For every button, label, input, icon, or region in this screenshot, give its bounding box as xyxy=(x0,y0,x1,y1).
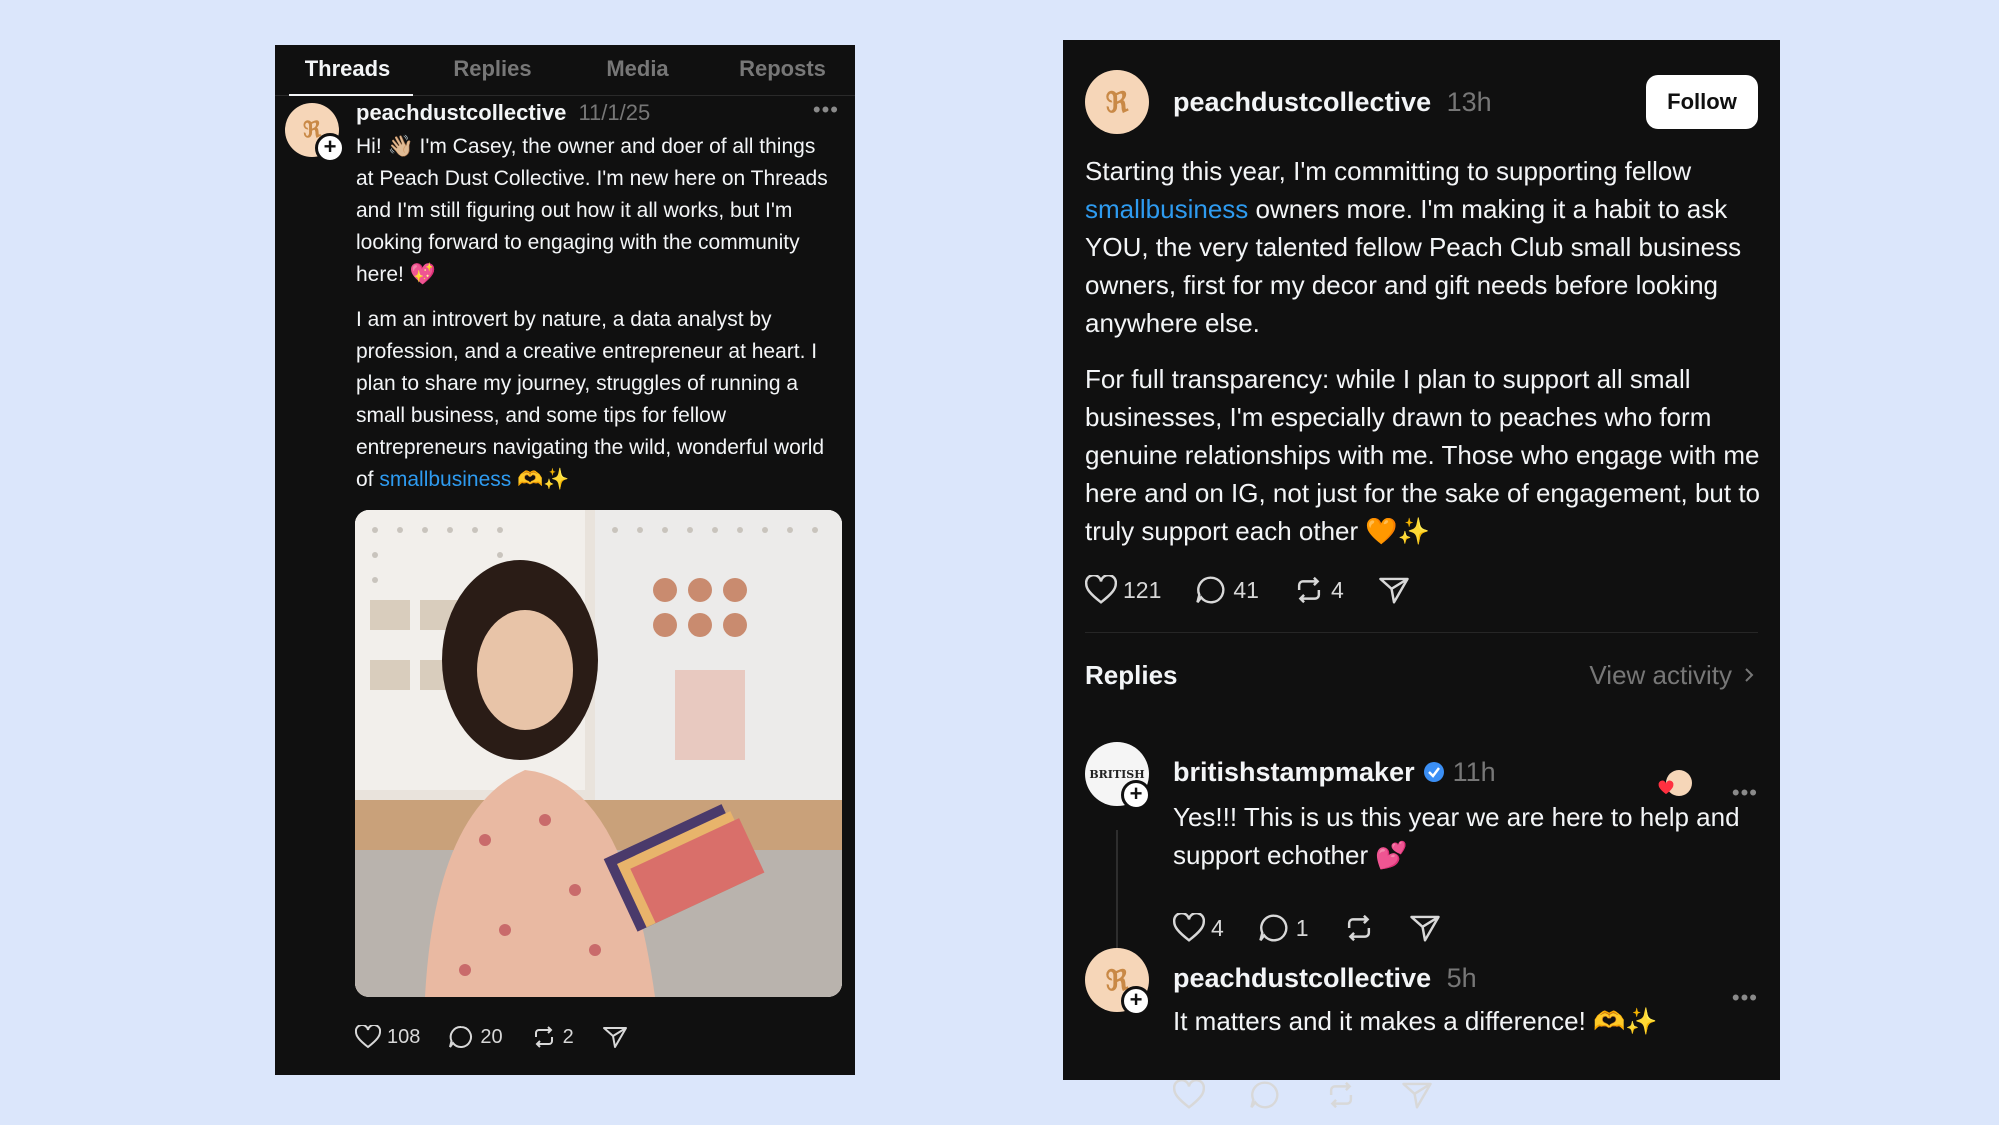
post-username[interactable]: peachdustcollective xyxy=(1173,87,1431,117)
reply-header: peachdustcollective 5h xyxy=(1173,960,1477,996)
repost-button[interactable] xyxy=(1343,913,1375,943)
profile-tabs: Threads Replies Media Reposts xyxy=(275,45,855,96)
liked-by-author-icon xyxy=(1658,770,1692,800)
post-date: 11/1/25 xyxy=(578,100,651,125)
comment-icon xyxy=(1196,576,1225,604)
post-header: peachdustcollective 11/1/25 xyxy=(356,97,650,129)
chevron-right-icon xyxy=(1745,668,1754,682)
photo-illustration xyxy=(355,510,842,997)
post-actions: 108 20 2 xyxy=(355,1025,656,1049)
comment-count: 41 xyxy=(1233,576,1259,603)
send-icon xyxy=(1378,577,1409,604)
comment-button[interactable]: 20 xyxy=(448,1025,503,1049)
reply-header: britishstampmaker 11h xyxy=(1173,754,1496,790)
follow-plus-icon[interactable]: + xyxy=(1121,986,1151,1016)
comment-button[interactable]: 1 xyxy=(1258,913,1309,943)
reply-username[interactable]: peachdustcollective xyxy=(1173,963,1431,993)
share-button[interactable] xyxy=(602,1025,628,1049)
share-button[interactable] xyxy=(1378,575,1410,605)
repost-button[interactable]: 4 xyxy=(1293,575,1344,605)
reply-time: 11h xyxy=(1452,757,1496,787)
verified-badge-icon xyxy=(1423,762,1444,782)
repost-button[interactable] xyxy=(1325,1080,1357,1110)
send-icon xyxy=(1402,1082,1432,1109)
hashtag-link[interactable]: smallbusiness xyxy=(379,468,511,491)
post-body: Hi! 👋🏼 I'm Casey, the owner and doer of … xyxy=(356,131,836,496)
repost-icon xyxy=(1297,576,1321,604)
tab-replies[interactable]: Replies xyxy=(420,45,565,95)
like-button[interactable] xyxy=(1173,1080,1205,1110)
tab-threads[interactable]: Threads xyxy=(275,45,420,95)
reply-username[interactable]: britishstampmaker xyxy=(1173,754,1415,790)
reply-time: 5h xyxy=(1446,963,1477,993)
comment-count: 1 xyxy=(1295,914,1309,941)
follow-plus-icon[interactable]: + xyxy=(315,133,345,163)
hashtag-link[interactable]: smallbusiness xyxy=(1085,194,1248,224)
send-icon xyxy=(602,1027,627,1048)
heart-icon xyxy=(1173,1080,1205,1109)
post-photo[interactable] xyxy=(355,510,842,997)
post-username[interactable]: peachdustcollective xyxy=(356,100,566,125)
repost-icon xyxy=(534,1026,553,1048)
heart-icon xyxy=(1085,575,1117,604)
follow-button[interactable]: Follow xyxy=(1646,75,1758,129)
post-paragraph-2: I am an introvert by nature, a data anal… xyxy=(356,308,825,491)
post-actions: 121 41 4 xyxy=(1085,575,1438,605)
avatar[interactable]: ℜ xyxy=(1085,70,1149,134)
divider xyxy=(1085,632,1758,633)
tab-media[interactable]: Media xyxy=(565,45,710,95)
avatar-logo-text: BRITISH xyxy=(1089,767,1145,781)
like-count: 121 xyxy=(1123,576,1162,603)
heart-icon xyxy=(355,1025,381,1049)
view-activity-link[interactable]: View activity xyxy=(1589,655,1758,695)
repost-count: 2 xyxy=(562,1025,574,1048)
reply-text: Yes!!! This is us this year we are here … xyxy=(1173,802,1740,870)
like-button[interactable]: 4 xyxy=(1173,913,1224,943)
comment-icon xyxy=(449,1025,473,1048)
like-count: 108 xyxy=(387,1025,421,1048)
reply-text: It matters and it makes a difference! 🫶✨ xyxy=(1173,1006,1658,1036)
share-button[interactable] xyxy=(1401,1080,1433,1110)
more-options-icon[interactable]: ••• xyxy=(813,97,839,123)
comment-button[interactable]: 41 xyxy=(1195,575,1259,605)
like-count: 4 xyxy=(1211,914,1224,941)
post-detail-panel: ℜ peachdustcollective 13h Follow Startin… xyxy=(1063,40,1780,1109)
follow-plus-icon[interactable]: + xyxy=(1121,780,1151,810)
profile-threads-panel: Threads Replies Media Reposts ℜ + peachd… xyxy=(275,45,855,1075)
comment-icon xyxy=(1259,914,1288,942)
repost-icon xyxy=(1347,914,1370,942)
post-paragraph-1: Hi! 👋🏼 I'm Casey, the owner and doer of … xyxy=(356,135,828,286)
like-button[interactable]: 108 xyxy=(355,1025,420,1049)
reply-actions: 4 1 xyxy=(1173,913,1469,943)
comment-button[interactable] xyxy=(1249,1080,1281,1110)
post-paragraph-1: Starting this year, I'm committing to su… xyxy=(1085,156,1742,338)
reply-actions xyxy=(1173,1080,1461,1110)
send-icon xyxy=(1409,915,1440,942)
like-button[interactable]: 121 xyxy=(1085,575,1161,605)
replies-header: Replies xyxy=(1085,660,1178,690)
tab-reposts[interactable]: Reposts xyxy=(710,45,855,95)
post-paragraph-2: For full transparency: while I plan to s… xyxy=(1085,364,1760,546)
share-button[interactable] xyxy=(1409,913,1441,943)
heart-icon xyxy=(1173,913,1205,942)
post-time: 13h xyxy=(1446,87,1492,117)
repost-button[interactable]: 2 xyxy=(531,1025,574,1049)
post-body: Starting this year, I'm committing to su… xyxy=(1085,152,1765,550)
repost-count: 4 xyxy=(1330,576,1344,603)
repost-icon xyxy=(1329,1081,1353,1109)
comment-count: 20 xyxy=(480,1025,503,1048)
post-header: peachdustcollective 13h xyxy=(1173,84,1492,120)
comment-icon xyxy=(1250,1081,1279,1109)
active-tab-indicator xyxy=(289,94,413,96)
